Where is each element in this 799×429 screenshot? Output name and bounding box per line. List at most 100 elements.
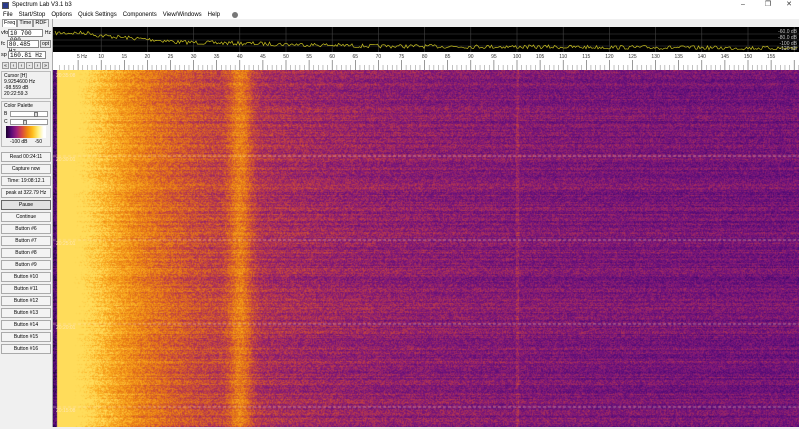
ruler-label: 85 — [445, 54, 451, 60]
timestamp-label: 20:30:01 — [56, 157, 76, 163]
ruler-label: 5 Hz — [77, 54, 88, 60]
cursor-time: 20:22:59.3 — [4, 91, 28, 97]
button-button-7[interactable]: Button #7 — [1, 236, 51, 246]
ruler-label: 65 — [353, 54, 359, 60]
menu-file[interactable]: File — [3, 12, 13, 18]
waterfall-canvas — [53, 70, 799, 427]
ruler-label: 30 — [191, 54, 197, 60]
button-button-10[interactable]: Button #10 — [1, 272, 51, 282]
ruler-label: 100 — [513, 54, 522, 60]
color-palette-bar[interactable] — [6, 126, 46, 138]
ruler-label: 15 — [122, 54, 128, 60]
waterfall-display[interactable]: 20:35:08 20:30:01 20:25:01 20:20:01 20:15:08 — [53, 70, 799, 427]
ruler-label: 125 — [628, 54, 637, 60]
timestamp-label: 20:15:08 — [56, 408, 76, 414]
menu-view-windows[interactable]: View/Windows — [163, 12, 202, 18]
ruler-label: 105 — [536, 54, 545, 60]
ruler-label: 70 — [376, 54, 382, 60]
ruler-label: 150 — [744, 54, 753, 60]
button-continue[interactable]: Continue — [1, 212, 51, 222]
menu-quick-settings[interactable]: Quick Settings — [78, 12, 117, 18]
ruler-label: 20 — [145, 54, 151, 60]
ruler-label: 40 — [237, 54, 243, 60]
ruler-label: 90 — [468, 54, 474, 60]
nav-step-left-button[interactable]: ‹ — [18, 62, 25, 69]
center-frequency-input[interactable]: 80.485 Hz — [6, 40, 40, 55]
button-button-14[interactable]: Button #14 — [1, 320, 51, 330]
capture-now-button[interactable]: Capture now — [1, 164, 51, 174]
ruler-label: 60 — [329, 54, 335, 60]
time-button[interactable]: Time: 19:08:12.1 — [1, 176, 51, 186]
tab-rdf[interactable]: RDF — [33, 19, 49, 27]
button-button-11[interactable]: Button #11 — [1, 284, 51, 294]
button-button-16[interactable]: Button #16 — [1, 344, 51, 354]
ruler-label: 25 — [168, 54, 174, 60]
window-title: Spectrum Lab V3.1 b3 — [12, 2, 72, 8]
options-button[interactable]: opt — [40, 40, 51, 48]
brightness-slider[interactable] — [9, 110, 48, 117]
menu-components[interactable]: Components — [123, 12, 157, 18]
ruler-label: 45 — [260, 54, 266, 60]
spectrum-plot[interactable]: -60.0 dB -80.0 dB -100 dB -120 dB — [53, 27, 799, 52]
tab-time[interactable]: Time — [17, 19, 34, 27]
read-button[interactable]: Read 00:24:11 — [1, 152, 51, 162]
tab-freq[interactable]: Freq — [2, 19, 18, 27]
ruler-label: 80 — [422, 54, 428, 60]
zoom-out-button[interactable]: - — [26, 62, 33, 69]
menu-options[interactable]: Options — [51, 12, 72, 18]
ruler-label: 135 — [675, 54, 684, 60]
color-palette-group: Color Palette B C -100 dB -50 — [1, 101, 51, 147]
sp-label: sp — [1, 52, 7, 58]
ruler-label: 155 — [767, 54, 776, 60]
button-pause[interactable]: Pause — [1, 200, 51, 210]
menu-help[interactable]: Help — [208, 12, 220, 18]
frequency-ruler[interactable]: 5 Hz 10 15 20 25 30 35 40 45 50 55 60 65 70 75 80 85 90 95… — [53, 52, 799, 70]
ruler-label: 145 — [721, 54, 730, 60]
cursor-info: Cursor [H] 9.9254600 Hz -98.559 dB 20:22… — [1, 71, 51, 99]
timestamp-label: 20:35:08 — [56, 73, 76, 79]
span-input[interactable]: 160.81 Hz — [8, 51, 46, 59]
button-button-13[interactable]: Button #13 — [1, 308, 51, 318]
vfo-label: vfo — [1, 30, 9, 36]
timestamp-label: 20:20:01 — [56, 325, 76, 331]
nav-fast-left-button[interactable]: « — [2, 62, 9, 69]
app-icon — [2, 1, 9, 9]
ruler-label: 140 — [698, 54, 707, 60]
button-button-9[interactable]: Button #9 — [1, 260, 51, 270]
ruler-label: 110 — [559, 54, 567, 60]
button-button-6[interactable]: Button #6 — [1, 224, 51, 234]
timestamp-label: 20:25:01 — [56, 241, 76, 247]
nav-right-button[interactable]: › — [34, 62, 41, 69]
title-bar: Spectrum Lab V3.1 b3 – ❐ ✕ — [0, 0, 799, 10]
palette-min: -100 dB — [10, 139, 28, 145]
ruler-label: 10 — [98, 54, 104, 60]
slider-thumb[interactable] — [22, 119, 27, 125]
ruler-label: 50 — [283, 54, 289, 60]
button-button-8[interactable]: Button #8 — [1, 248, 51, 258]
record-indicator-icon[interactable] — [232, 11, 239, 18]
ruler-label: 55 — [306, 54, 312, 60]
ruler-label: 120 — [605, 54, 614, 60]
ruler-label: 95 — [491, 54, 497, 60]
menu-start-stop[interactable]: Start/Stop — [19, 12, 46, 18]
ruler-label: 75 — [399, 54, 405, 60]
ruler-label: 35 — [214, 54, 220, 60]
minimize-button[interactable]: – — [733, 0, 753, 10]
slider-thumb[interactable] — [33, 111, 38, 117]
vfo-unit: Hz — [44, 30, 51, 36]
control-panel: Freq Time RDF vfo10 700 000Hz fc80.485 H… — [0, 19, 53, 427]
nav-fast-right-button[interactable]: » — [42, 62, 49, 69]
restore-button[interactable]: ❐ — [758, 0, 778, 10]
spectrum-trace — [53, 27, 799, 52]
button-button-12[interactable]: Button #12 — [1, 296, 51, 306]
button-button-15[interactable]: Button #15 — [1, 332, 51, 342]
close-button[interactable]: ✕ — [779, 0, 799, 10]
palette-max: -50 — [34, 139, 42, 145]
contrast-slider[interactable] — [9, 118, 48, 125]
vfo-input[interactable]: 10 700 000 — [8, 29, 43, 44]
palette-title: Color Palette — [4, 103, 33, 109]
nav-left-button[interactable]: ‹ — [10, 62, 17, 69]
peak-button[interactable]: peak at 322.79 Hz — [1, 188, 51, 198]
menu-bar: File Start/Stop Options Quick Settings C… — [0, 10, 799, 19]
ruler-label: 115 — [582, 54, 590, 60]
